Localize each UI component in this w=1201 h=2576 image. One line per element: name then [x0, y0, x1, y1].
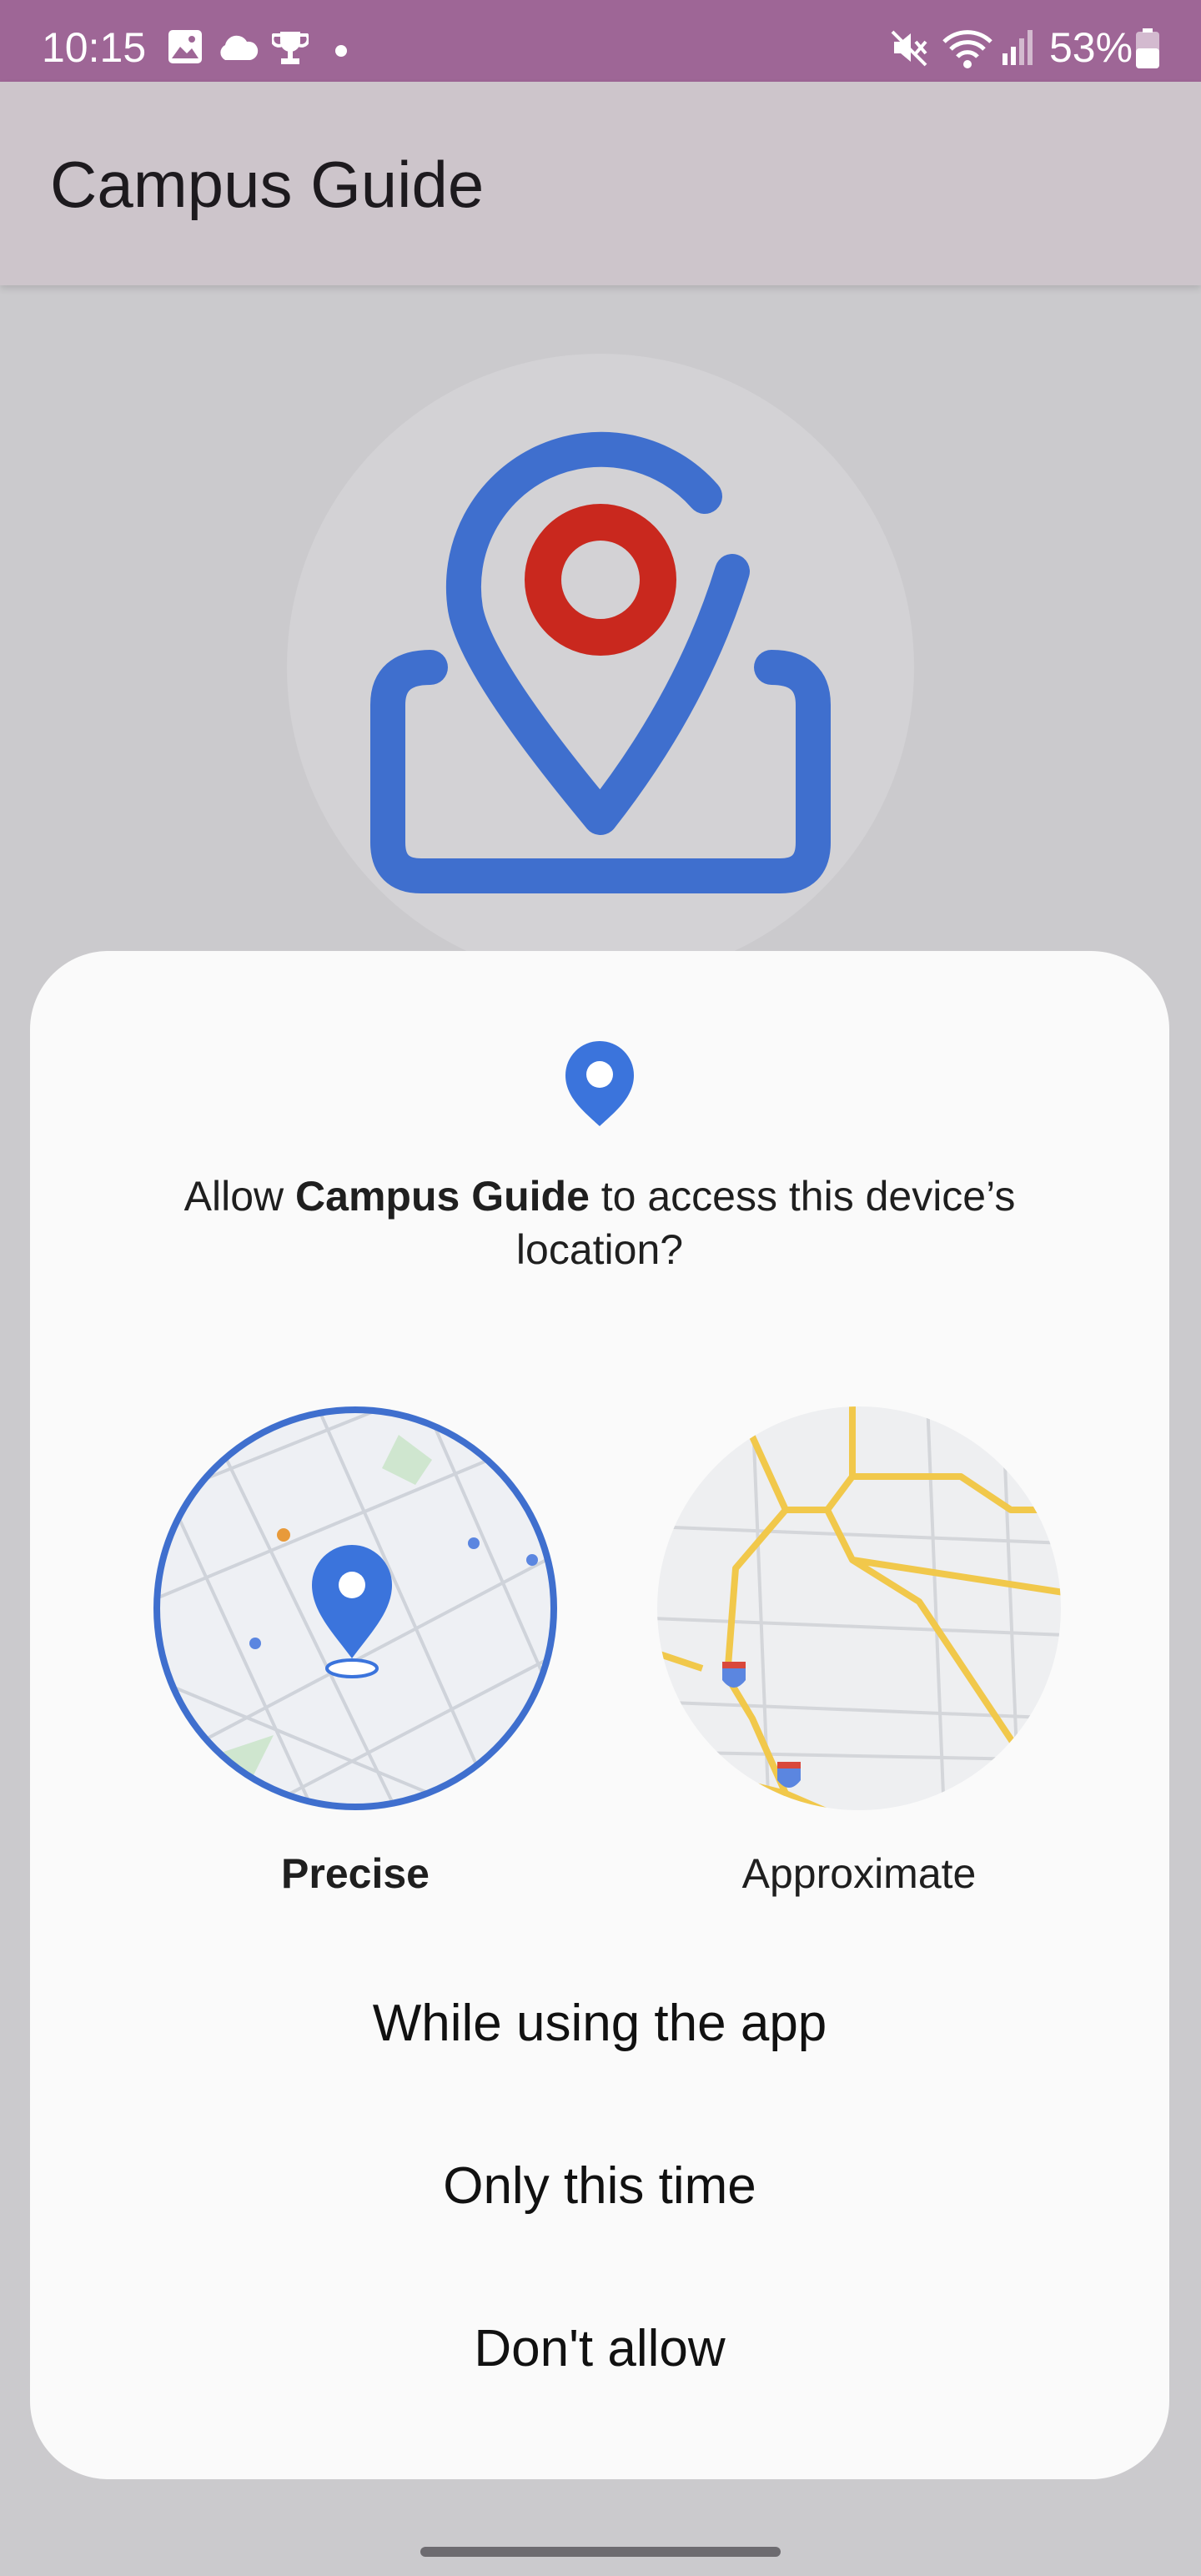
message-app-name: Campus Guide	[295, 1173, 590, 1220]
approximate-map-icon	[657, 1406, 1061, 1810]
message-suffix: to access this device’s location?	[515, 1173, 1016, 1273]
signal-icon	[1003, 30, 1033, 65]
dont-allow-button[interactable]: Don't allow	[30, 2286, 1169, 2411]
message-prefix: Allow	[183, 1173, 296, 1220]
precise-label: Precise	[281, 1850, 430, 1897]
navigation-gesture-handle[interactable]	[420, 2547, 781, 2557]
status-bar: 10:15 53%	[0, 0, 1201, 82]
app-bar: Campus Guide	[0, 82, 1201, 285]
precise-option[interactable]: Precise	[147, 1401, 564, 1899]
approximate-option[interactable]: Approximate	[651, 1401, 1068, 1899]
mute-icon	[891, 30, 927, 67]
dot-icon	[335, 45, 347, 57]
campus-location-logo-icon	[370, 431, 831, 893]
trophy-icon	[272, 32, 309, 64]
permission-message: Allow Campus Guide to access this device…	[113, 1170, 1086, 1276]
gallery-icon	[168, 30, 202, 63]
while-using-app-button[interactable]: While using the app	[30, 1960, 1169, 2085]
battery-icon	[1136, 28, 1159, 68]
approximate-label: Approximate	[741, 1850, 977, 1897]
app-title: Campus Guide	[50, 148, 485, 221]
location-permission-dialog: Allow Campus Guide to access this device…	[30, 951, 1169, 2479]
wifi-icon	[942, 30, 992, 68]
precise-map-icon	[153, 1406, 557, 1810]
cloud-icon	[220, 35, 259, 60]
only-this-time-button[interactable]: Only this time	[30, 2123, 1169, 2248]
battery-percent: 53%	[1049, 24, 1133, 71]
location-pin-icon	[565, 1041, 634, 1126]
status-time: 10:15	[42, 24, 147, 71]
